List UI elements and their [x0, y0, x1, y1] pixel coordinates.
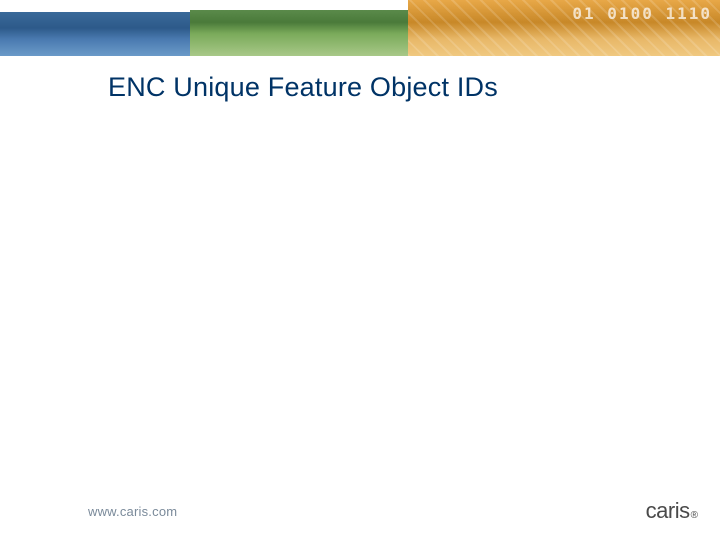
brand-logo: caris ® — [646, 498, 698, 524]
logo-text: caris — [646, 498, 690, 524]
registered-mark-icon: ® — [691, 510, 698, 521]
binary-digits-decor: 01 0100 1110 — [572, 4, 712, 23]
banner-segment-digital: 01 0100 1110 — [408, 0, 720, 56]
header-banner: 01 0100 1110 — [0, 0, 720, 56]
slide-footer: www.caris.com caris ® — [0, 496, 720, 526]
banner-segment-land — [190, 0, 408, 56]
banner-segment-ocean — [0, 0, 190, 56]
footer-url: www.caris.com — [88, 504, 177, 519]
slide-title: ENC Unique Feature Object IDs — [0, 56, 720, 103]
